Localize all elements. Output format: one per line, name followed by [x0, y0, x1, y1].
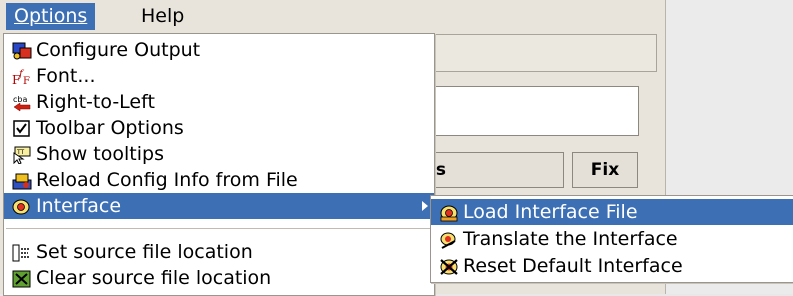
toolbar-options-icon — [12, 119, 32, 137]
reload-config-icon — [12, 171, 32, 190]
menu-item-right-to-left[interactable]: cba Right-to-Left — [4, 89, 434, 115]
menu-item-label: Right-to-Left — [36, 91, 155, 113]
menu-item-font[interactable]: FfF Font... — [4, 63, 434, 89]
options-menu: Configure Output FfF Font... cba Right-t… — [3, 33, 435, 296]
menu-item-label: Reset Default Interface — [463, 255, 683, 277]
menu-item-translate-interface[interactable]: Translate the Interface — [431, 226, 793, 252]
set-source-icon — [12, 243, 32, 262]
svg-text:F: F — [23, 76, 30, 86]
menu-item-label: Font... — [36, 65, 96, 87]
menu-item-label: Set source file location — [36, 241, 253, 263]
menu-item-load-interface[interactable]: Load Interface File — [431, 199, 793, 225]
menu-item-reset-interface[interactable]: Reset Default Interface — [431, 253, 793, 279]
reset-interface-icon — [439, 257, 459, 275]
menu-item-set-source[interactable]: Set source file location — [4, 239, 434, 265]
menu-item-toolbar-options[interactable]: Toolbar Options — [4, 115, 434, 141]
background-field — [425, 34, 657, 72]
menu-options[interactable]: Options — [6, 3, 96, 30]
menu-item-show-tooltips[interactable]: TT Show tooltips — [4, 141, 434, 167]
menu-item-label: Configure Output — [36, 39, 201, 61]
font-icon: FfF — [12, 67, 32, 87]
tooltips-icon: TT — [12, 145, 32, 165]
menu-separator — [6, 228, 432, 229]
fix-button[interactable]: Fix — [572, 152, 638, 188]
menu-options-label: Options — [14, 5, 88, 27]
translate-interface-icon — [439, 230, 459, 249]
load-interface-icon — [439, 203, 459, 222]
menu-bar: Options Help — [0, 0, 665, 33]
submenu-arrow-icon — [422, 201, 428, 211]
menu-item-label: Load Interface File — [463, 201, 638, 223]
menu-item-reload-config[interactable]: Reload Config Info from File — [4, 167, 434, 193]
menu-item-label: Toolbar Options — [36, 117, 184, 139]
configure-output-icon — [12, 41, 32, 60]
right-to-left-icon: cba — [12, 93, 32, 112]
menu-help-label: Help — [141, 5, 185, 27]
background-text-area[interactable] — [425, 86, 639, 136]
menu-help[interactable]: Help — [133, 3, 192, 30]
menu-item-label: Translate the Interface — [463, 228, 678, 250]
menu-item-label: Show tooltips — [36, 143, 164, 165]
menu-item-clear-source[interactable]: Clear source file location — [4, 265, 434, 291]
fix-button-label: Fix — [590, 160, 620, 180]
interface-submenu: Load Interface File Translate the Interf… — [430, 195, 793, 283]
menu-item-label: Reload Config Info from File — [36, 169, 298, 191]
menu-item-configure-output[interactable]: Configure Output — [4, 37, 434, 63]
menu-item-interface[interactable]: Interface — [4, 193, 434, 219]
clear-source-icon — [12, 269, 32, 288]
interface-icon — [12, 197, 32, 215]
menu-item-label: Interface — [36, 195, 122, 217]
menu-item-label: Clear source file location — [36, 267, 272, 289]
background-button[interactable]: ıs — [425, 152, 564, 188]
